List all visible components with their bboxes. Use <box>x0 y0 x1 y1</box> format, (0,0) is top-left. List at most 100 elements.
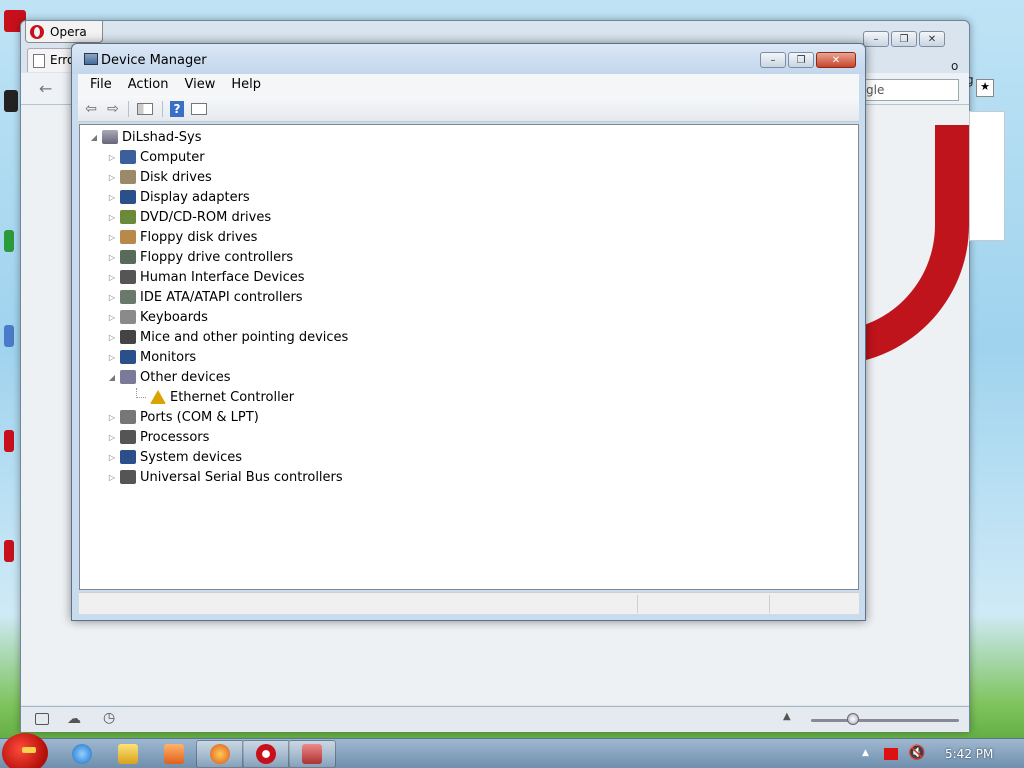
device-category-label: System devices <box>140 449 243 465</box>
opera-search-field[interactable]: gle <box>859 79 959 101</box>
properties-view-icon[interactable] <box>190 100 208 118</box>
maximize-button[interactable]: ❐ <box>788 52 814 68</box>
device-category-icon <box>120 150 136 164</box>
device-category[interactable]: ▷ Floppy drive controllers <box>106 247 293 267</box>
cloud-icon[interactable]: ☁ <box>67 711 81 727</box>
opera-close-button[interactable]: ✕ <box>919 31 945 47</box>
device-category[interactable]: ▷ Mice and other pointing devices <box>106 327 348 347</box>
firefox-icon <box>210 744 230 764</box>
panel-toggle-icon[interactable] <box>35 713 49 725</box>
desktop-icon[interactable] <box>4 325 14 347</box>
dm-caption-buttons: – ❐ ✕ <box>760 52 856 68</box>
device-category-icon <box>120 170 136 184</box>
taskbar-explorer-button[interactable] <box>104 740 152 768</box>
taskbar-ie-button[interactable] <box>58 740 106 768</box>
collapse-icon[interactable]: ◢ <box>106 373 118 382</box>
forward-arrow-icon[interactable]: ⇨ <box>104 100 122 118</box>
device-category[interactable]: ▷ Display adapters <box>106 187 250 207</box>
opera-logo-icon <box>30 24 44 39</box>
minimize-button[interactable]: – <box>760 52 786 68</box>
expand-icon[interactable]: ▷ <box>106 253 118 262</box>
expand-icon[interactable]: ▷ <box>106 453 118 462</box>
expand-icon[interactable]: ▷ <box>106 413 118 422</box>
device-category[interactable]: ▷ Keyboards <box>106 307 208 327</box>
zoom-slider-thumb[interactable] <box>847 713 859 725</box>
opera-minimize-button[interactable]: – <box>863 31 889 47</box>
start-button[interactable] <box>2 733 48 768</box>
menu-view[interactable]: View <box>176 74 223 96</box>
collapse-icon[interactable]: ◢ <box>88 133 100 142</box>
close-button[interactable]: ✕ <box>816 52 856 68</box>
device-category[interactable]: ▷ Monitors <box>106 347 196 367</box>
device-category-icon <box>120 230 136 244</box>
computer-root-icon <box>102 130 118 144</box>
expand-icon[interactable]: ▷ <box>106 193 118 202</box>
device-category-label: Disk drives <box>140 169 212 185</box>
expand-icon[interactable]: ▷ <box>106 433 118 442</box>
taskbar: ▲ 🔇 5:42 PM <box>0 733 1024 768</box>
device-category[interactable]: ▷ System devices <box>106 447 242 467</box>
taskbar-opera-button[interactable] <box>242 740 290 768</box>
bookmark-star-icon[interactable]: ★ <box>976 79 994 97</box>
show-hide-console-tree-icon[interactable] <box>136 100 154 118</box>
expand-icon[interactable]: ▷ <box>106 173 118 182</box>
device-category-label: Floppy disk drives <box>140 229 258 245</box>
device-category[interactable]: ▷ Floppy disk drives <box>106 227 257 247</box>
expand-icon[interactable]: ▷ <box>106 473 118 482</box>
expand-icon[interactable]: ▷ <box>106 273 118 282</box>
media-player-icon <box>164 744 184 764</box>
taskbar-clock[interactable]: 5:42 PM <box>945 747 993 761</box>
device-item[interactable]: Ethernet Controller <box>136 387 294 407</box>
taskbar-device-manager-button[interactable] <box>288 740 336 768</box>
device-category[interactable]: ▷ Computer <box>106 147 205 167</box>
menu-action[interactable]: Action <box>120 74 177 96</box>
device-category[interactable]: ▷ Human Interface Devices <box>106 267 305 287</box>
device-manager-taskbar-icon <box>302 744 322 764</box>
device-category[interactable]: ◢ Other devices <box>106 367 231 387</box>
device-category[interactable]: ▷ Ports (COM & LPT) <box>106 407 259 427</box>
device-category-label: Monitors <box>140 349 197 365</box>
expand-icon[interactable]: ▷ <box>106 233 118 242</box>
device-tree[interactable]: ◢ DiLshad-Sys ▷ Computer ▷ Disk drives ▷ Disp… <box>79 124 859 590</box>
status-separator <box>637 595 638 613</box>
device-category-icon <box>120 370 136 384</box>
device-category[interactable]: ▷ Processors <box>106 427 209 447</box>
device-manager-window[interactable]: Device Manager – ❐ ✕ File Action View He… <box>71 43 866 621</box>
action-center-icon[interactable] <box>884 748 898 760</box>
device-category-icon <box>120 290 136 304</box>
expand-icon[interactable]: ▷ <box>106 213 118 222</box>
expand-icon[interactable]: ▷ <box>106 153 118 162</box>
expand-icon[interactable]: ▷ <box>106 333 118 342</box>
tree-root[interactable]: ◢ DiLshad-Sys <box>88 127 202 147</box>
back-arrow-icon[interactable]: ⇦ <box>82 100 100 118</box>
device-category[interactable]: ▷ Disk drives <box>106 167 212 187</box>
device-category-icon <box>120 190 136 204</box>
menu-file[interactable]: File <box>82 74 120 96</box>
expand-icon[interactable]: ▷ <box>106 313 118 322</box>
desktop-icon[interactable] <box>4 430 14 452</box>
expand-icon[interactable]: ▷ <box>106 353 118 362</box>
scroll-up-icon[interactable]: ▲ <box>783 711 791 722</box>
device-category[interactable]: ▷ IDE ATA/ATAPI controllers <box>106 287 303 307</box>
volume-muted-icon[interactable]: 🔇 <box>908 745 925 761</box>
device-category-icon <box>120 270 136 284</box>
zoom-slider-track[interactable] <box>811 719 959 722</box>
opera-maximize-button[interactable]: ❐ <box>891 31 917 47</box>
help-icon[interactable]: ? <box>168 100 186 118</box>
taskbar-firefox-button[interactable] <box>196 740 244 768</box>
opera-back-icon[interactable]: ← <box>39 79 52 98</box>
menu-help[interactable]: Help <box>223 74 269 96</box>
desktop-icon[interactable] <box>4 90 18 112</box>
taskbar-media-player-button[interactable] <box>150 740 198 768</box>
opera-menu-button[interactable]: Opera <box>25 21 103 43</box>
opera-side-panel <box>969 111 1005 241</box>
expand-icon[interactable]: ▷ <box>106 293 118 302</box>
desktop-icon[interactable] <box>4 540 14 562</box>
device-category[interactable]: ▷ DVD/CD-ROM drives <box>106 207 271 227</box>
show-hidden-icons-icon[interactable]: ▲ <box>862 748 869 758</box>
speed-dial-icon[interactable]: ◷ <box>103 710 115 726</box>
desktop-icon[interactable] <box>4 230 14 252</box>
device-category[interactable]: ▷ Universal Serial Bus controllers <box>106 467 343 487</box>
device-manager-titlebar[interactable]: Device Manager – ❐ ✕ <box>72 44 865 74</box>
device-item-label: Ethernet Controller <box>170 389 295 405</box>
